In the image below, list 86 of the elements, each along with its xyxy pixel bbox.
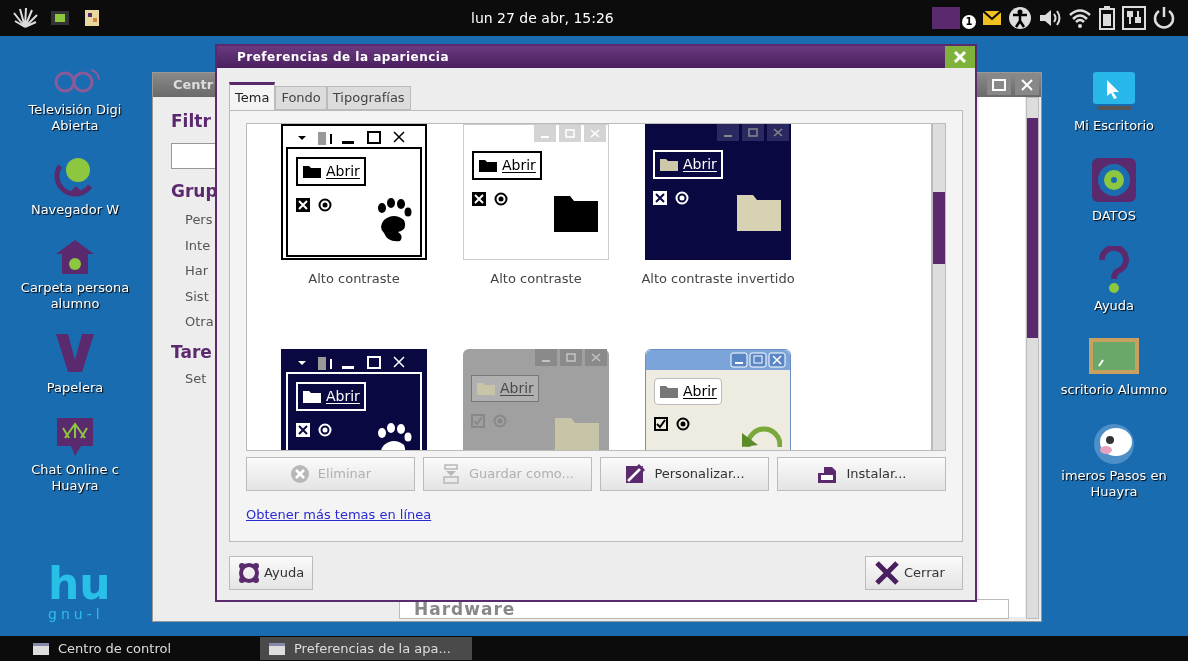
theme-name: Alto contraste xyxy=(307,270,401,287)
sunburst-icon[interactable] xyxy=(12,7,38,29)
preview-button: Abrir xyxy=(654,378,722,405)
volume-icon[interactable] xyxy=(1038,7,1062,29)
radio-icon xyxy=(676,417,690,431)
close-button[interactable]: Cerrar xyxy=(865,556,963,590)
section-heading: Tare xyxy=(171,340,213,364)
theme-preview[interactable]: Abrir xyxy=(463,124,609,260)
desktop-icon-label[interactable]: Carpeta persona alumno xyxy=(20,280,130,312)
theme-preview[interactable]: Abrir xyxy=(463,349,609,450)
x-icon xyxy=(874,560,900,586)
more-themes-link[interactable]: Obtener más temas en línea xyxy=(246,505,432,525)
desktop-icon-label[interactable]: Navegador W xyxy=(30,202,120,218)
tab[interactable]: Tipografías xyxy=(326,86,411,110)
radio-icon xyxy=(494,192,508,206)
action-button[interactable]: Personalizar... xyxy=(600,457,769,491)
folder-icon xyxy=(476,381,496,396)
tab[interactable]: Fondo xyxy=(275,86,327,110)
section-heading: Grup xyxy=(171,179,219,203)
taskbar-item[interactable]: Preferencias de la apa... xyxy=(260,637,472,660)
wifi-icon[interactable] xyxy=(1068,7,1092,29)
envelope-icon[interactable] xyxy=(982,9,1002,27)
action-button[interactable]: Instalar... xyxy=(777,457,946,491)
checkbox-icon xyxy=(654,417,668,431)
screen-icon[interactable] xyxy=(50,10,70,26)
window-icon xyxy=(32,641,50,656)
theme-preview[interactable]: Abrir xyxy=(645,349,791,450)
radio-icon xyxy=(318,198,332,212)
taskbar-item[interactable]: Centro de control xyxy=(24,637,236,660)
preview-button: Abrir xyxy=(296,382,366,411)
download-tray-icon xyxy=(441,464,461,484)
theme-preview[interactable]: Abrir xyxy=(281,124,427,260)
help-button[interactable]: Ayuda xyxy=(229,556,314,590)
folder-icon xyxy=(302,164,322,179)
preview-button: Abrir xyxy=(472,151,542,180)
scrollbar[interactable] xyxy=(1026,97,1039,619)
folder-icon xyxy=(302,389,322,404)
crossed-checkbox-icon xyxy=(472,192,486,206)
maximize-icon[interactable] xyxy=(987,75,1011,95)
desktop-icon-label[interactable]: Ayuda xyxy=(1093,298,1135,314)
tab[interactable]: Tema xyxy=(229,82,276,110)
desktop-icon-label[interactable]: Papelera xyxy=(46,380,104,396)
workspace-switcher[interactable] xyxy=(932,7,960,29)
folder-icon xyxy=(659,384,679,399)
accessibility-icon[interactable] xyxy=(1008,6,1032,30)
edit-icon xyxy=(624,463,647,485)
logo-text: hu xyxy=(48,564,111,604)
checkbox-icon xyxy=(471,414,485,428)
desktop-icon-label[interactable]: imeros Pasos en Huayra xyxy=(1061,468,1167,500)
scrollbar[interactable] xyxy=(932,123,946,451)
theme-name: Alto contraste invertido xyxy=(640,270,796,287)
window-controls-icon xyxy=(730,352,786,368)
desktop-icon-label[interactable]: DATOS xyxy=(1091,208,1137,224)
workspace-badge: 1 xyxy=(962,15,976,29)
preview-button: Abrir xyxy=(296,157,366,186)
desktop-icon-label[interactable]: Chat Online c Huayra xyxy=(31,462,119,494)
desktop-icon-label[interactable]: Mi Escritorio xyxy=(1074,118,1154,134)
window-title: Centr xyxy=(173,76,214,95)
crossed-checkbox-icon xyxy=(296,198,310,212)
radio-icon xyxy=(493,414,507,428)
battery-icon[interactable] xyxy=(1098,6,1116,30)
power-icon[interactable] xyxy=(1152,6,1176,30)
theme-preview[interactable]: Abrir xyxy=(281,349,427,450)
radio-icon xyxy=(675,191,689,205)
section-heading: Filtr xyxy=(171,110,212,133)
theme-name: Alto contraste xyxy=(489,270,583,287)
close-icon[interactable] xyxy=(1015,75,1039,95)
window-controls-icon xyxy=(717,124,791,142)
preview-button: Abrir xyxy=(471,375,539,402)
network-icon[interactable] xyxy=(1122,6,1146,30)
section-label: Hardware xyxy=(414,600,516,618)
lifebuoy-icon xyxy=(238,562,260,584)
window-controls-icon xyxy=(535,349,609,367)
clock-text[interactable]: lun 27 de abr, 15:26 xyxy=(471,7,614,29)
folder-icon xyxy=(478,158,498,173)
radio-icon xyxy=(318,423,332,437)
logo-subtitle: gnu-l xyxy=(48,605,105,624)
dialog-title: Preferencias de la apariencia xyxy=(237,49,450,66)
crossed-checkbox-icon xyxy=(653,191,667,205)
desktop-icon-label[interactable]: scritorio Alumno xyxy=(1060,382,1168,398)
remove-icon xyxy=(289,464,310,484)
preview-button: Abrir xyxy=(653,150,723,179)
desktop-icon-label[interactable]: Televisión Digi Abierta xyxy=(28,102,122,134)
folder-icon xyxy=(659,157,679,172)
theme-preview[interactable]: Abrir xyxy=(645,124,791,260)
crossed-checkbox-icon xyxy=(296,423,310,437)
